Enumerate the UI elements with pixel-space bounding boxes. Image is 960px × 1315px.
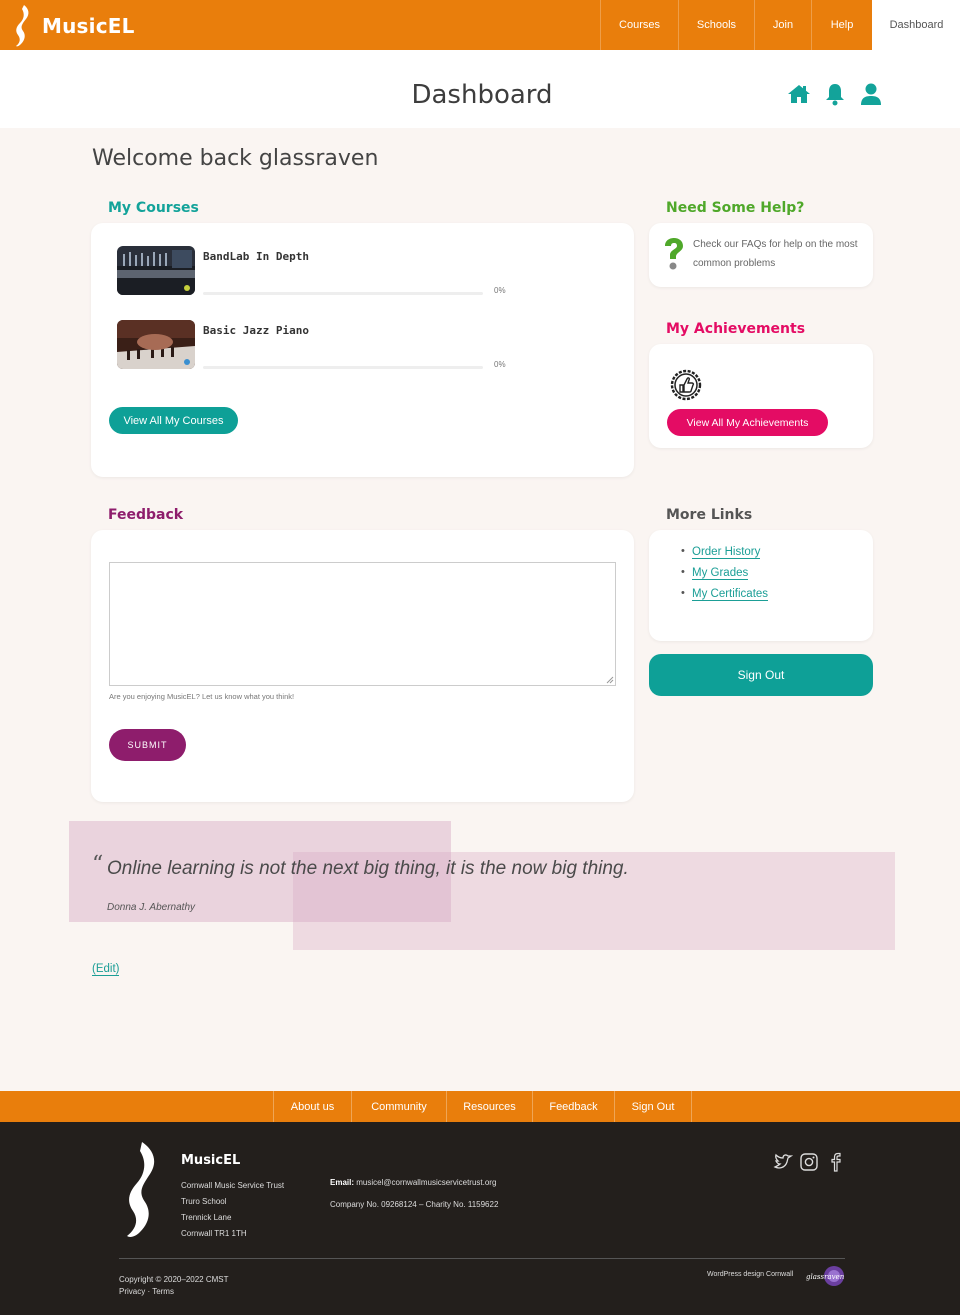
footer-link-community[interactable]: Community bbox=[351, 1091, 446, 1122]
site-logo[interactable]: MusicEL bbox=[12, 4, 135, 48]
footer-copyright: Copyright © 2020–2022 CMST Privacy · Ter… bbox=[119, 1275, 229, 1298]
feedback-card: Are you enjoying MusicEL? Let us know wh… bbox=[91, 530, 634, 802]
footer-logo-icon bbox=[120, 1140, 164, 1240]
achievements-card: View All My Achievements bbox=[649, 344, 873, 448]
footer-email: Email: musicel@cornwallmusicservicetrust… bbox=[330, 1178, 497, 1187]
course-item[interactable]: Basic Jazz Piano 0% bbox=[117, 320, 507, 370]
link-order-history[interactable]: Order History bbox=[681, 545, 768, 567]
help-title: Need Some Help? bbox=[666, 200, 805, 216]
more-links-card: Order History My Grades My Certificates bbox=[649, 530, 873, 641]
home-icon[interactable] bbox=[787, 82, 811, 106]
course-thumbnail bbox=[117, 246, 195, 295]
edit-link[interactable]: (Edit) bbox=[92, 963, 120, 976]
facebook-icon[interactable] bbox=[826, 1152, 846, 1172]
musicel-logo-icon bbox=[16, 5, 29, 47]
course-progress-bar bbox=[203, 366, 483, 369]
feedback-hint: Are you enjoying MusicEL? Let us know wh… bbox=[109, 692, 295, 701]
help-card[interactable]: Check our FAQs for help on the most comm… bbox=[649, 223, 873, 287]
svg-text:glassraven: glassraven bbox=[806, 1273, 845, 1281]
nav-schools[interactable]: Schools bbox=[678, 0, 754, 50]
course-progress-percent: 0% bbox=[494, 286, 506, 295]
footer-link-sign-out[interactable]: Sign Out bbox=[614, 1091, 692, 1122]
quote-mark: “ bbox=[92, 852, 104, 877]
glassraven-logo-icon[interactable]: glassraven bbox=[806, 1265, 846, 1287]
nav-help[interactable]: Help bbox=[811, 0, 872, 50]
my-courses-title: My Courses bbox=[108, 200, 199, 216]
course-item[interactable]: BandLab In Depth 0% bbox=[117, 246, 507, 296]
course-title: Basic Jazz Piano bbox=[203, 324, 309, 337]
link-my-certificates[interactable]: My Certificates bbox=[681, 587, 769, 609]
footer: MusicEL Cornwall Music Service Trust Tru… bbox=[0, 1122, 960, 1315]
nav-dashboard[interactable]: Dashboard bbox=[872, 0, 960, 50]
footer-legal-links[interactable]: Privacy · Terms bbox=[119, 1286, 229, 1298]
feedback-title: Feedback bbox=[108, 507, 184, 523]
link-my-grades[interactable]: My Grades bbox=[681, 566, 768, 588]
achievements-title: My Achievements bbox=[666, 321, 806, 337]
quote-author: Donna J. Abernathy bbox=[107, 902, 196, 913]
course-progress-percent: 0% bbox=[494, 360, 506, 369]
footer-brand: MusicEL bbox=[181, 1153, 241, 1168]
view-all-achievements-button[interactable]: View All My Achievements bbox=[667, 409, 828, 436]
question-mark-icon bbox=[661, 237, 685, 271]
footer-navbar: About us Community Resources Feedback Si… bbox=[0, 1091, 960, 1122]
footer-link-about[interactable]: About us bbox=[273, 1091, 351, 1122]
more-links-title: More Links bbox=[666, 507, 753, 523]
submit-button[interactable]: SUBMIT bbox=[109, 729, 186, 761]
footer-link-feedback[interactable]: Feedback bbox=[532, 1091, 614, 1122]
footer-address: Cornwall Music Service Trust Truro Schoo… bbox=[181, 1181, 285, 1238]
email-link[interactable]: musicel@cornwallmusicservicetrust.org bbox=[356, 1178, 496, 1187]
feedback-textarea[interactable] bbox=[109, 562, 616, 686]
top-navbar: MusicEL Courses Schools Join Help Dashbo… bbox=[0, 0, 960, 50]
nav-courses[interactable]: Courses bbox=[600, 0, 678, 50]
course-thumbnail bbox=[117, 320, 195, 369]
help-text: Check our FAQs for help on the most comm… bbox=[693, 239, 858, 269]
my-courses-card: BandLab In Depth 0% Basic Jazz Piano 0% … bbox=[91, 223, 634, 477]
footer-company: Company No. 09268124 – Charity No. 11596… bbox=[330, 1200, 499, 1209]
course-progress-bar bbox=[203, 292, 483, 295]
footer-credit[interactable]: WordPress design Cornwall bbox=[707, 1271, 793, 1278]
footer-divider bbox=[119, 1258, 845, 1259]
twitter-icon[interactable] bbox=[773, 1152, 794, 1172]
welcome-heading: Welcome back glassraven bbox=[92, 146, 379, 171]
footer-link-resources[interactable]: Resources bbox=[446, 1091, 532, 1122]
thumbs-up-badge-icon bbox=[669, 368, 703, 402]
course-title: BandLab In Depth bbox=[203, 250, 309, 263]
resize-handle-icon[interactable] bbox=[606, 676, 614, 684]
instagram-icon[interactable] bbox=[799, 1152, 819, 1172]
sign-out-button[interactable]: Sign Out bbox=[649, 654, 873, 696]
quote-text: Online learning is not the next big thin… bbox=[107, 858, 629, 879]
view-all-courses-button[interactable]: View All My Courses bbox=[109, 407, 238, 434]
user-icon[interactable] bbox=[859, 82, 883, 106]
bell-icon[interactable] bbox=[823, 82, 847, 106]
nav-join[interactable]: Join bbox=[754, 0, 811, 50]
logo-text: MusicEL bbox=[42, 14, 135, 38]
